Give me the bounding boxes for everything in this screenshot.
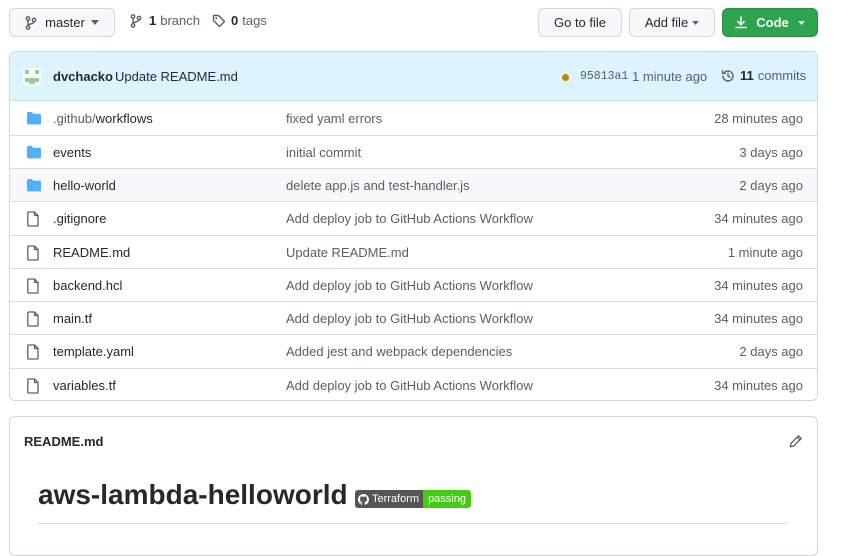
file-icon xyxy=(26,211,40,227)
commits-history-link[interactable]: 11 commits xyxy=(721,68,806,83)
table-row[interactable]: backend.hcl Add deploy job to GitHub Acti… xyxy=(10,268,817,301)
readme-filename[interactable]: README.md xyxy=(24,434,103,449)
code-label: Code xyxy=(756,15,789,30)
branches-label: branch xyxy=(160,13,200,28)
commit-message-link[interactable]: delete app.js and test-handler.js xyxy=(286,178,470,193)
file-name-link[interactable]: variables.tf xyxy=(53,378,116,393)
commit-message-link[interactable]: Add deploy job to GitHub Actions Workflo… xyxy=(286,278,533,293)
chevron-down-icon xyxy=(798,20,805,25)
file-icon xyxy=(26,344,40,360)
commit-message-link[interactable]: Update README.md xyxy=(286,245,409,260)
commit-time: 34 minutes ago xyxy=(714,311,803,326)
branch-label: master xyxy=(45,15,85,30)
file-name-link[interactable]: backend.hcl xyxy=(53,278,122,293)
badge-label: Terraform xyxy=(372,493,420,505)
commit-message-link[interactable]: Update README.md xyxy=(115,69,238,84)
readme-title: aws-lambda-helloworld xyxy=(38,479,348,510)
commit-sha-link[interactable]: 95813a1 xyxy=(580,70,628,83)
commits-count: 11 xyxy=(740,68,754,83)
file-icon xyxy=(26,311,40,327)
file-icon xyxy=(26,245,40,261)
commit-author-link[interactable]: dvchacko xyxy=(53,69,113,84)
avatar[interactable] xyxy=(23,68,41,86)
readme-box: README.md aws-lambda-helloworld Terrafor… xyxy=(9,416,818,556)
go-to-file-label: Go to file xyxy=(553,15,607,30)
commit-time: 34 minutes ago xyxy=(714,278,803,293)
folder-icon xyxy=(26,111,42,125)
commit-time: 2 days ago xyxy=(739,178,803,193)
git-branch-icon xyxy=(25,15,37,30)
table-row[interactable]: README.md Update README.md 1 minute ago xyxy=(10,235,817,268)
commit-message-link[interactable]: fixed yaml errors xyxy=(286,111,382,126)
file-name-suffix: workflows xyxy=(95,111,153,126)
commit-time: 34 minutes ago xyxy=(714,211,803,226)
file-name-prefix: events xyxy=(53,145,92,160)
heading-divider xyxy=(38,523,788,524)
commit-message-link[interactable]: Add deploy job to GitHub Actions Workflo… xyxy=(286,311,533,326)
file-name-link[interactable]: main.tf xyxy=(53,311,92,326)
folder-icon xyxy=(26,145,42,159)
commit-time: 1 minute ago xyxy=(632,69,708,84)
tags-label: tags xyxy=(242,13,267,28)
file-list-box: dvchacko Update README.md 95813a1 1 minu… xyxy=(9,51,818,401)
tags-count: 0 xyxy=(231,13,239,28)
commit-message-link[interactable]: Add deploy job to GitHub Actions Workflo… xyxy=(286,378,533,393)
file-name-prefix: main.tf xyxy=(53,311,93,326)
badge-status: passing xyxy=(423,490,471,508)
terraform-workflow-badge[interactable]: Terraform passing xyxy=(355,490,471,508)
file-name-link[interactable]: hello-world xyxy=(53,178,116,193)
go-to-file-button[interactable]: Go to file xyxy=(538,8,622,37)
file-name-prefix: README.md xyxy=(53,245,131,260)
branches-link[interactable]: 1 branch xyxy=(130,13,200,28)
branch-select-button[interactable]: master xyxy=(9,8,115,37)
file-icon xyxy=(26,278,40,294)
commit-message-link[interactable]: initial commit xyxy=(286,145,361,160)
commit-message-link[interactable]: Added jest and webpack dependencies xyxy=(286,344,512,359)
branches-count: 1 xyxy=(149,13,157,28)
download-icon xyxy=(735,16,747,29)
chevron-down-icon xyxy=(90,20,99,25)
file-name-prefix: template.yaml xyxy=(53,344,134,359)
file-icon xyxy=(26,378,40,394)
commit-time: 2 days ago xyxy=(739,344,803,359)
chevron-down-icon xyxy=(692,20,699,25)
commit-time: 28 minutes ago xyxy=(714,111,803,126)
file-name-prefix: variables.tf xyxy=(53,378,116,393)
folder-icon xyxy=(26,178,42,192)
file-name-prefix: .gitignore xyxy=(53,211,107,226)
table-row[interactable]: .gitignore Add deploy job to GitHub Actio… xyxy=(10,201,817,235)
table-row[interactable]: hello-world delete app.js and test-handle… xyxy=(10,168,817,201)
add-file-button[interactable]: Add file xyxy=(629,8,715,37)
file-name-link[interactable]: .github/workflows xyxy=(53,111,153,126)
table-row[interactable]: template.yaml Added jest and webpack depe… xyxy=(10,334,817,368)
file-name-link[interactable]: README.md xyxy=(53,245,130,260)
file-name-prefix: hello-world xyxy=(53,178,116,193)
commit-message-link[interactable]: Add deploy job to GitHub Actions Workflo… xyxy=(286,211,533,226)
file-name-link[interactable]: events xyxy=(53,145,91,160)
tags-link[interactable]: 0 tags xyxy=(212,13,267,28)
latest-commit-bar: dvchacko Update README.md 95813a1 1 minu… xyxy=(10,52,817,101)
commit-time: 34 minutes ago xyxy=(714,378,803,393)
status-pending-icon[interactable] xyxy=(562,74,569,81)
pencil-icon[interactable] xyxy=(789,434,803,448)
table-row[interactable]: .github/workflows fixed yaml errors 28 min… xyxy=(10,102,817,135)
badge-left: Terraform xyxy=(355,490,424,508)
add-file-label: Add file xyxy=(644,15,689,30)
commits-label: commits xyxy=(757,68,807,83)
file-name-link[interactable]: template.yaml xyxy=(53,344,134,359)
file-name-prefix: .github/ xyxy=(53,111,96,126)
table-row[interactable]: events initial commit 3 days ago xyxy=(10,135,817,168)
commit-time: 3 days ago xyxy=(739,145,803,160)
commit-time: 1 minute ago xyxy=(727,245,803,260)
file-name-prefix: backend.hcl xyxy=(53,278,123,293)
table-row[interactable]: variables.tf Add deploy job to GitHub Act… xyxy=(10,368,817,400)
tag-icon xyxy=(212,14,226,28)
github-icon xyxy=(358,493,372,505)
table-row[interactable]: main.tf Add deploy job to GitHub Actions … xyxy=(10,301,817,334)
git-branch-icon xyxy=(130,13,142,28)
history-icon xyxy=(721,69,735,83)
code-button[interactable]: Code xyxy=(722,8,818,37)
file-name-link[interactable]: .gitignore xyxy=(53,211,106,226)
